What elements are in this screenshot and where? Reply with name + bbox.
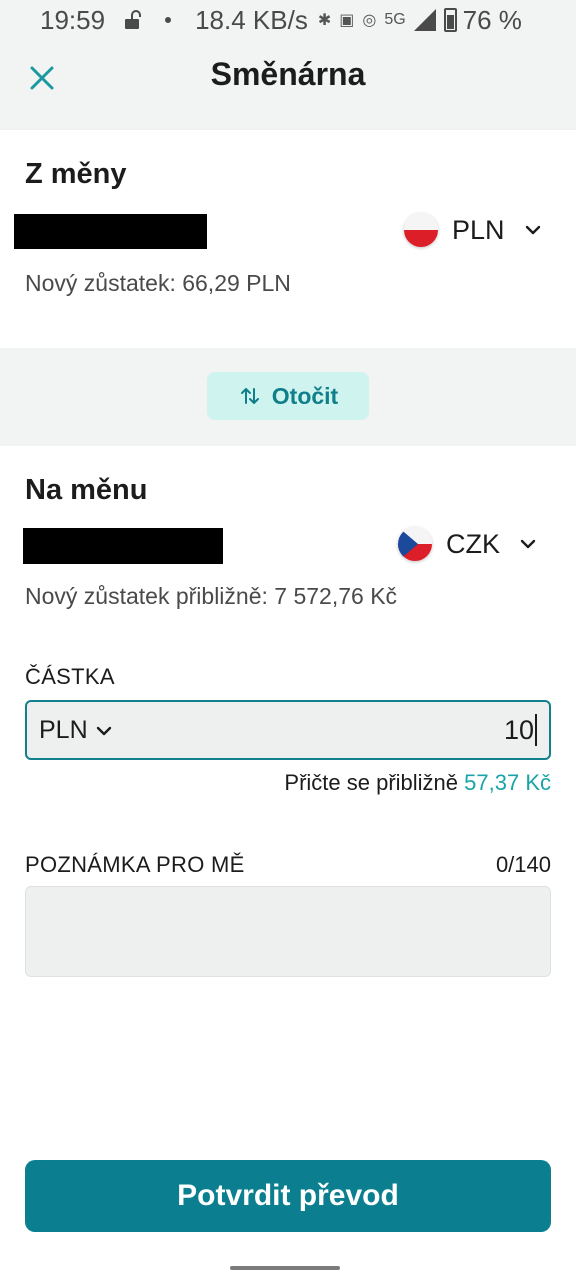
note-label: POZNÁMKA PRO MĚ	[25, 852, 245, 877]
battery-level: 76 %	[462, 4, 522, 35]
to-currency-code: CZK	[446, 528, 500, 559]
confirm-label: Potvrdit převod	[177, 1179, 399, 1212]
swap-label: Otočit	[271, 382, 339, 409]
unlocked-icon	[125, 10, 142, 29]
amount-label: ČÁSTKA	[25, 664, 115, 689]
note-input[interactable]	[25, 886, 551, 977]
status-bar: 19:59 18.4 KB/s ✱ ▣ ◎ 5G 76 %	[0, 0, 576, 40]
amount-estimate: Přičte se přibližně 57,37 Kč	[284, 770, 551, 796]
from-currency-code: PLN	[452, 214, 505, 245]
estimate-prefix: Přičte se přibližně	[284, 770, 459, 795]
from-new-balance: Nový zůstatek: 66,29 PLN	[25, 270, 291, 296]
from-currency-select[interactable]: PLN	[404, 210, 543, 250]
amount-value: 10	[504, 714, 537, 746]
redacted-account	[14, 214, 207, 249]
to-section-title: Na měnu	[25, 474, 148, 506]
hotspot-icon: ◎	[362, 12, 377, 29]
estimate-value: 57,37 Kč	[464, 770, 551, 795]
from-currency-card: Z měny PLN Nový zůstatek: 66,29 PLN	[0, 130, 576, 348]
from-section-title: Z měny	[25, 158, 127, 190]
to-currency-select[interactable]: CZK	[398, 524, 538, 564]
amount-currency-code: PLN	[39, 716, 88, 744]
notification-dot-icon	[165, 17, 172, 23]
app-header: Směnárna	[0, 40, 576, 130]
bluetooth-icon: ✱	[317, 12, 332, 29]
chevron-down-icon	[525, 225, 540, 235]
signal-icon	[413, 9, 436, 31]
confirm-transfer-button[interactable]: Potvrdit převod	[25, 1160, 551, 1232]
amount-input[interactable]: PLN 10	[25, 700, 551, 760]
battery-icon	[443, 8, 457, 32]
swap-button[interactable]: Otočit	[207, 372, 369, 420]
czech-flag-icon	[398, 527, 432, 561]
home-indicator[interactable]	[230, 1266, 340, 1270]
status-time: 19:59	[40, 4, 106, 35]
nfc-icon: ▣	[339, 12, 355, 29]
note-counter: 0/140	[495, 852, 551, 877]
network-speed: 18.4 KB/s	[195, 4, 308, 35]
swap-arrows-icon	[240, 388, 259, 404]
page-title: Směnárna	[210, 56, 366, 92]
swap-band: Otočit	[0, 348, 576, 446]
poland-flag-icon	[404, 213, 438, 247]
chevron-down-icon	[520, 539, 536, 549]
chevron-down-icon	[96, 726, 111, 735]
redacted-account	[23, 528, 223, 564]
network-type: 5G	[384, 11, 406, 28]
amount-currency-select[interactable]: PLN	[39, 716, 114, 745]
to-new-balance: Nový zůstatek přibližně: 7 572,76 Kč	[25, 583, 398, 609]
